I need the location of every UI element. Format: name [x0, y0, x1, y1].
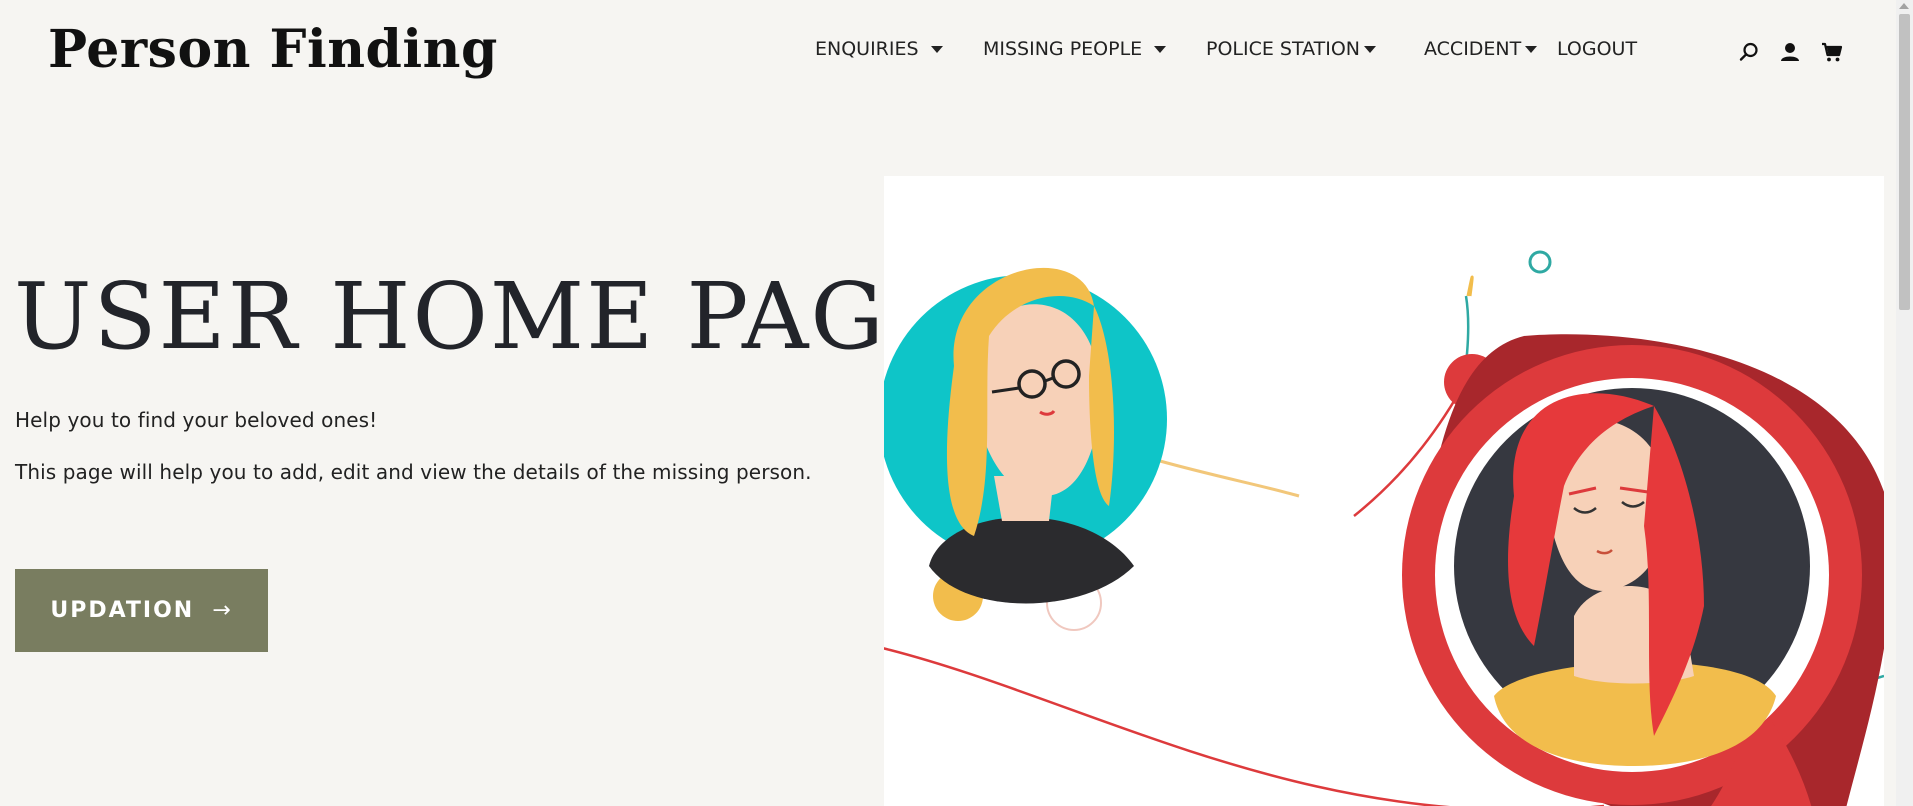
updation-button[interactable]: UPDATION →	[15, 569, 268, 652]
page-title: USER HOME PAGE	[14, 263, 956, 370]
chevron-down-icon	[1364, 45, 1377, 53]
search-icon[interactable]	[1737, 40, 1761, 64]
nav-accident[interactable]: ACCIDENT	[1424, 38, 1538, 60]
nav-police-station-label: POLICE STATION	[1206, 38, 1361, 60]
nav-enquiries[interactable]: ENQUIRIES	[815, 38, 943, 60]
nav-missing-people[interactable]: MISSING PEOPLE	[983, 38, 1167, 60]
arrow-right-icon: →	[212, 598, 233, 623]
nav-logout[interactable]: LOGOUT	[1557, 38, 1637, 60]
user-icon[interactable]	[1778, 40, 1802, 64]
updation-button-label: UPDATION	[50, 598, 195, 623]
cart-icon[interactable]	[1820, 40, 1844, 64]
nav-accident-label: ACCIDENT	[1424, 38, 1522, 60]
nav-logout-label: LOGOUT	[1557, 38, 1638, 60]
scrollbar-thumb[interactable]	[1899, 14, 1910, 310]
nav-missing-people-label: MISSING PEOPLE	[983, 38, 1143, 60]
hero-description: This page will help you to add, edit and…	[15, 460, 812, 484]
hero-illustration	[884, 176, 1884, 806]
chevron-down-icon	[1154, 45, 1167, 53]
chevron-down-icon	[1525, 45, 1538, 53]
hero-subtitle: Help you to find your beloved ones!	[15, 408, 378, 432]
avatar-woman-red-hair	[1402, 334, 1884, 806]
avatar-woman-glasses	[884, 267, 1167, 604]
page-scrollbar[interactable]	[1896, 0, 1913, 806]
scroll-up-arrow-icon[interactable]	[1899, 3, 1909, 9]
site-logo[interactable]: Person Finding	[48, 18, 498, 82]
nav-enquiries-label: ENQUIRIES	[815, 38, 919, 60]
chevron-down-icon	[930, 45, 943, 53]
nav-police-station[interactable]: POLICE STATION	[1206, 38, 1377, 60]
